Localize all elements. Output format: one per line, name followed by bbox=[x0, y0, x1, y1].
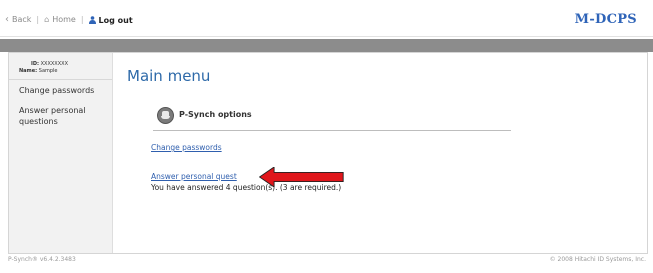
user-name: Name: Sample bbox=[19, 68, 58, 74]
user-name-label: Name: bbox=[19, 68, 38, 74]
footer-version: P-Synch® v6.4.2.3483 bbox=[8, 256, 76, 263]
content-frame: ID: XXXXXXXX Name: Sample Change passwor… bbox=[8, 52, 648, 254]
back-label: Back bbox=[12, 15, 32, 24]
nav-bar: ‹ Back | ⌂ Home | Log out bbox=[5, 14, 133, 25]
chevron-left-icon: ‹ bbox=[5, 14, 9, 25]
options-icon bbox=[157, 107, 174, 124]
home-icon: ⌂ bbox=[44, 15, 50, 24]
red-arrow-icon bbox=[259, 167, 344, 187]
home-label: Home bbox=[52, 15, 76, 24]
sidebar-item-answer-questions[interactable]: Answer personal questions bbox=[19, 105, 99, 127]
brand-logo: M-DCPS bbox=[574, 12, 637, 27]
nav-separator: | bbox=[80, 15, 84, 24]
section-divider bbox=[153, 130, 511, 131]
sidebar: ID: XXXXXXXX Name: Sample Change passwor… bbox=[9, 53, 113, 253]
main-panel: Main menu P-Synch options Change passwor… bbox=[113, 53, 647, 253]
section-title: P-Synch options bbox=[179, 110, 252, 119]
footer-copyright: © 2008 Hitachi ID Systems, Inc. bbox=[549, 256, 646, 263]
user-id-label: ID: bbox=[31, 61, 40, 67]
user-info: ID: XXXXXXXX Name: Sample bbox=[9, 57, 112, 80]
header-band bbox=[0, 39, 653, 52]
change-passwords-link[interactable]: Change passwords bbox=[151, 143, 222, 152]
sidebar-item-change-passwords[interactable]: Change passwords bbox=[19, 85, 94, 96]
back-link[interactable]: ‹ Back bbox=[5, 14, 31, 25]
home-link[interactable]: ⌂ Home bbox=[44, 15, 76, 24]
user-id: ID: XXXXXXXX bbox=[31, 61, 68, 67]
answer-questions-link[interactable]: Answer personal quest bbox=[151, 172, 237, 181]
user-icon bbox=[88, 15, 96, 24]
user-id-value: XXXXXXXX bbox=[40, 61, 69, 67]
nav-separator: | bbox=[36, 15, 40, 24]
page-title: Main menu bbox=[127, 67, 211, 85]
top-bar: ‹ Back | ⌂ Home | Log out M-DCPS bbox=[0, 0, 653, 37]
logout-link[interactable]: Log out bbox=[88, 15, 133, 25]
user-name-value: Sample bbox=[38, 68, 58, 74]
logout-label: Log out bbox=[98, 15, 133, 25]
